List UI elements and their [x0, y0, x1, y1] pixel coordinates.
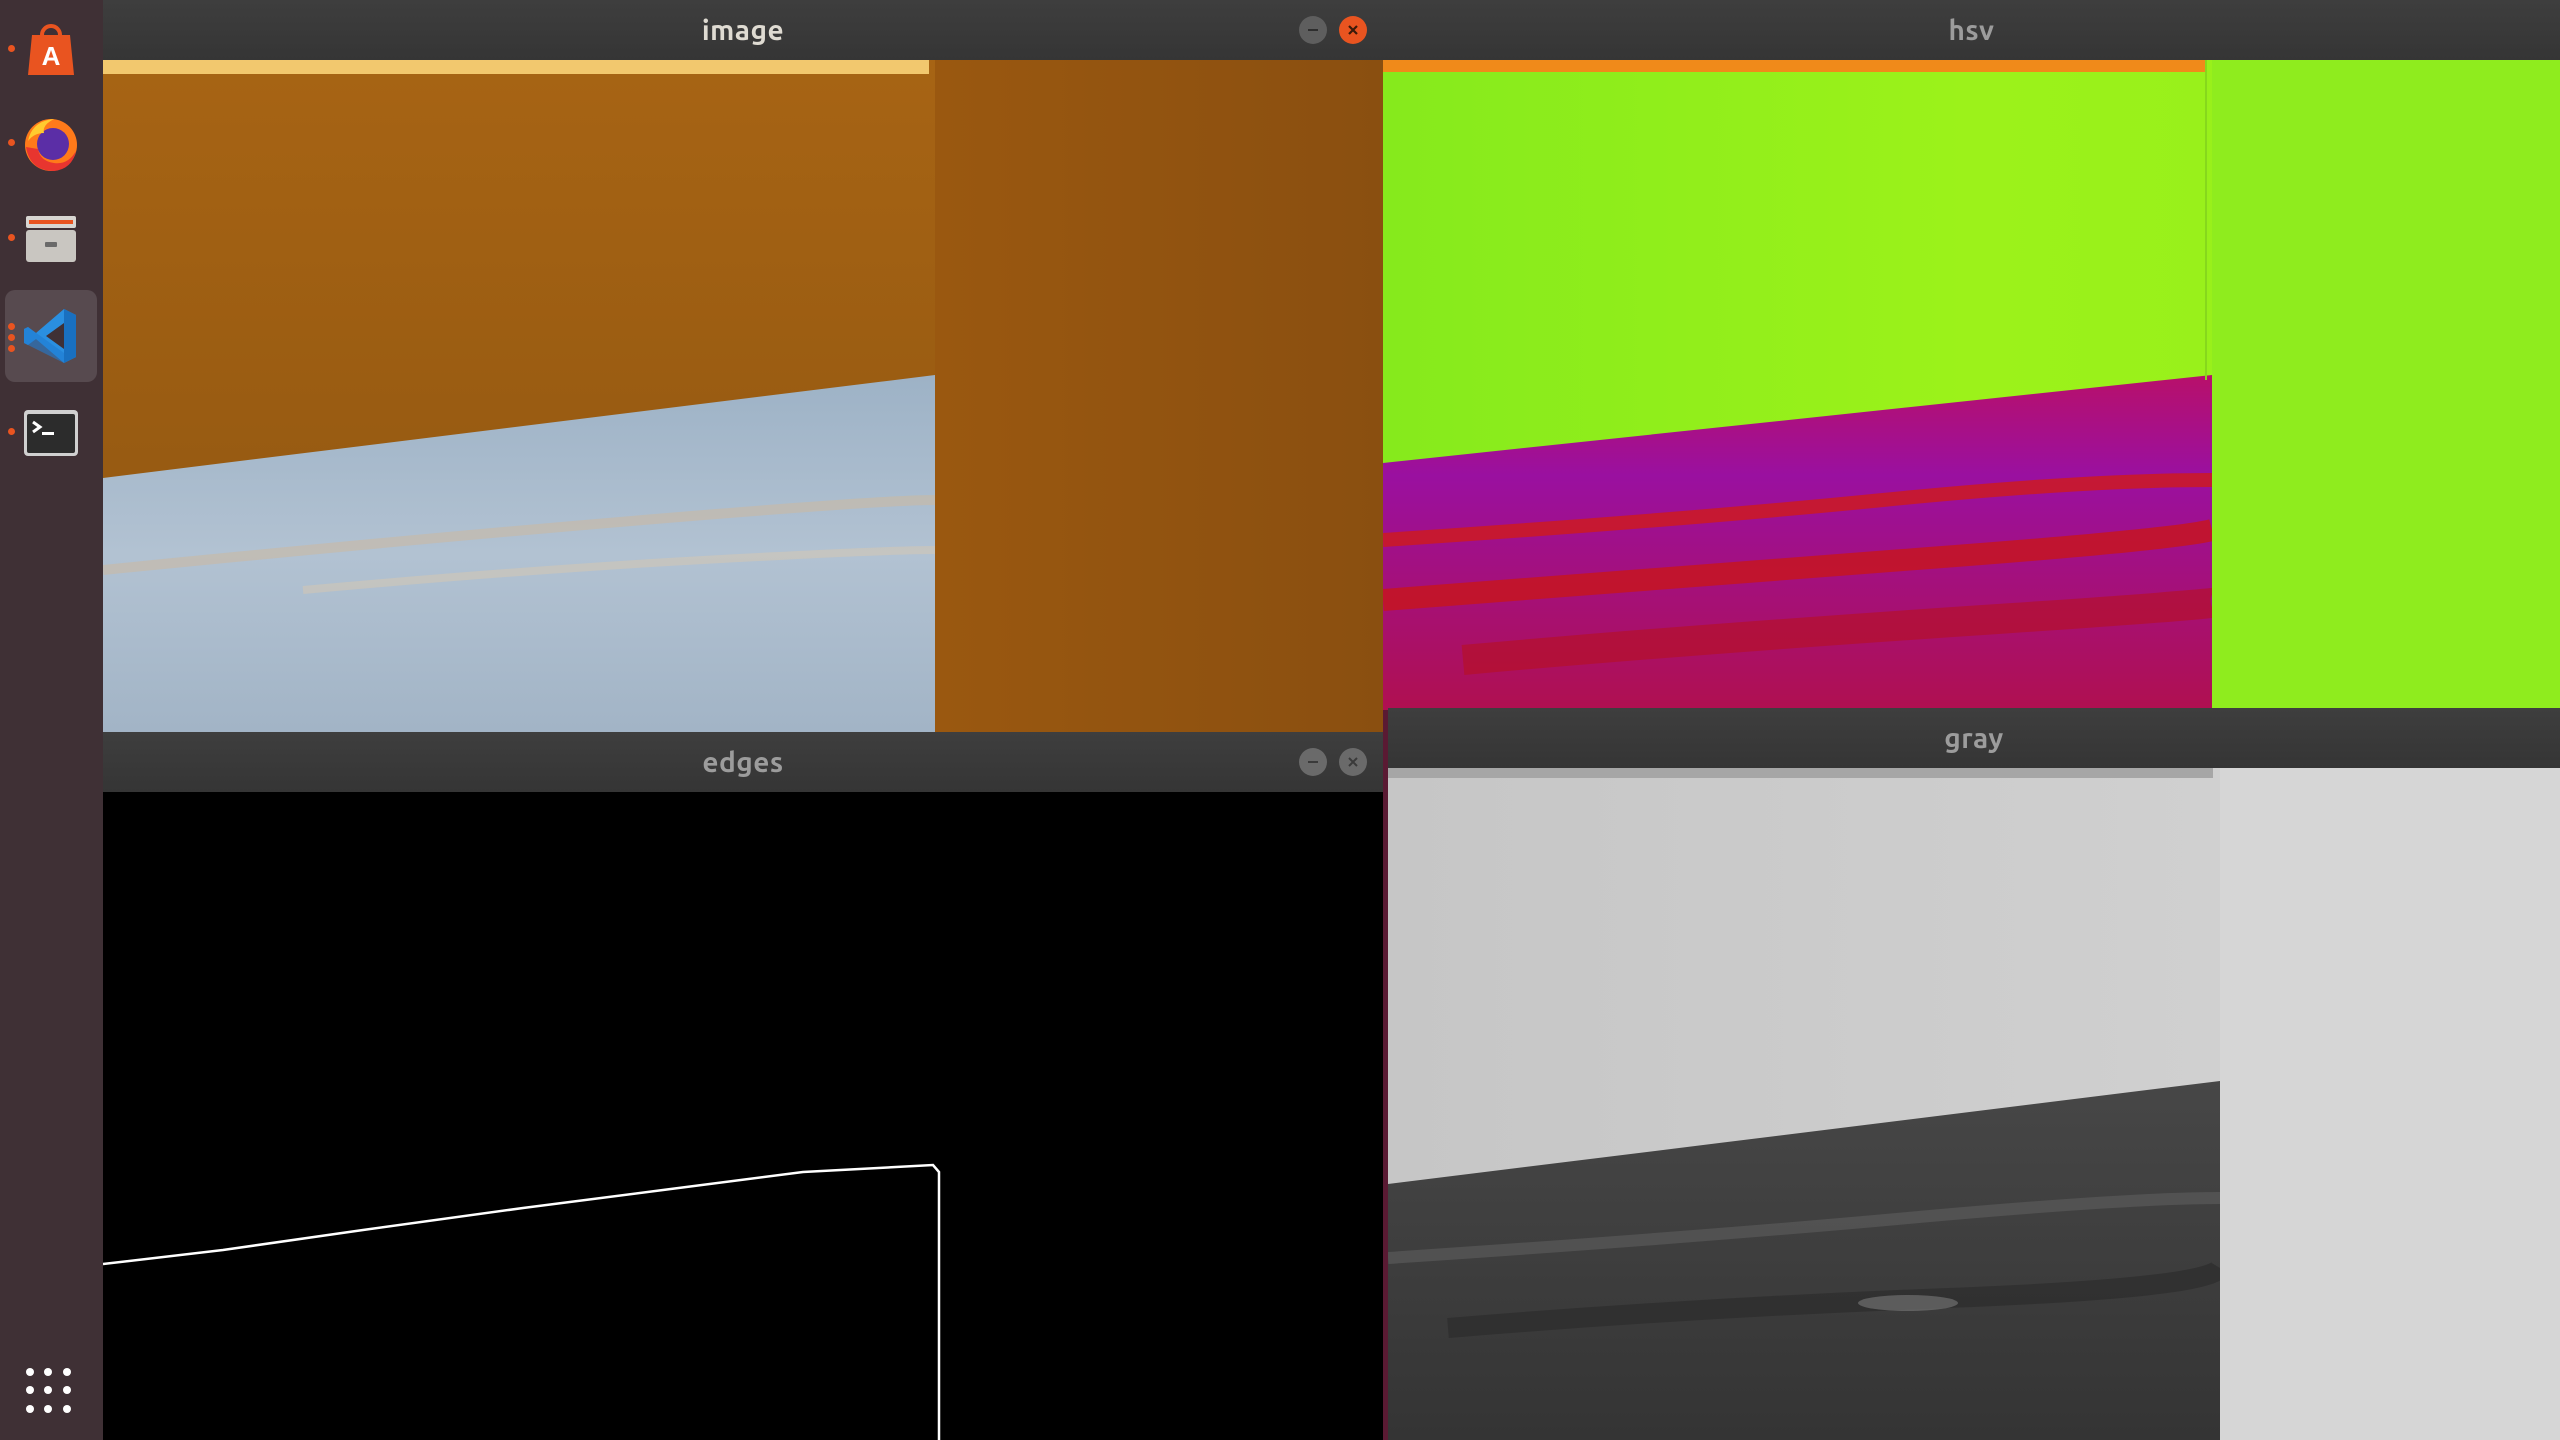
window-title: hsv — [1948, 14, 1995, 46]
close-button[interactable] — [1339, 16, 1367, 44]
edges-titlebar[interactable]: edges — [103, 732, 1383, 792]
firefox-icon — [25, 119, 77, 171]
running-indicator — [8, 428, 15, 435]
image-frame — [103, 60, 1383, 732]
window-title: gray — [1944, 722, 2004, 754]
image-window[interactable]: image — [103, 0, 1383, 732]
minimize-icon — [1308, 29, 1318, 31]
dock-item-vscode[interactable] — [5, 290, 97, 382]
hsv-titlebar[interactable]: hsv — [1383, 0, 2560, 60]
dock-item-ubuntu-software[interactable]: A — [5, 4, 97, 96]
ubuntu-software-icon: A — [28, 24, 74, 75]
hsv-image-view — [1383, 60, 2560, 710]
file-manager-icon — [26, 216, 76, 262]
dock-item-terminal[interactable] — [5, 387, 97, 479]
window-title: image — [701, 14, 785, 46]
show-applications-icon[interactable] — [26, 1368, 72, 1414]
edges-image-view — [103, 792, 1383, 1440]
window-title: edges — [702, 746, 784, 778]
launcher-dock: A — [0, 0, 103, 1440]
dock-item-files[interactable] — [5, 193, 97, 285]
image-view — [103, 60, 1383, 732]
running-indicator — [8, 323, 15, 330]
close-button[interactable] — [1339, 748, 1367, 776]
running-indicator — [8, 345, 15, 352]
running-indicator — [8, 334, 15, 341]
running-indicator — [8, 45, 15, 52]
gray-titlebar[interactable]: gray — [1388, 708, 2560, 768]
running-indicator — [8, 139, 15, 146]
minimize-icon — [1308, 761, 1318, 763]
edges-frame — [103, 1163, 941, 1440]
image-titlebar[interactable]: image — [103, 0, 1383, 60]
terminal-icon — [24, 410, 78, 456]
running-indicator — [8, 234, 15, 241]
vscode-icon — [24, 309, 76, 363]
svg-text:A: A — [42, 41, 61, 71]
hsv-frame — [1383, 60, 2560, 710]
hsv-window[interactable]: hsv — [1383, 0, 2560, 710]
edges-window[interactable]: edges — [103, 732, 1383, 1440]
gray-window[interactable]: gray — [1388, 708, 2560, 1440]
minimize-button[interactable] — [1299, 16, 1327, 44]
dock-item-firefox[interactable] — [5, 98, 97, 190]
gray-image-view — [1388, 768, 2560, 1440]
close-icon — [1348, 757, 1358, 767]
close-icon — [1348, 25, 1358, 35]
minimize-button[interactable] — [1299, 748, 1327, 776]
gray-frame — [1388, 768, 2560, 1440]
